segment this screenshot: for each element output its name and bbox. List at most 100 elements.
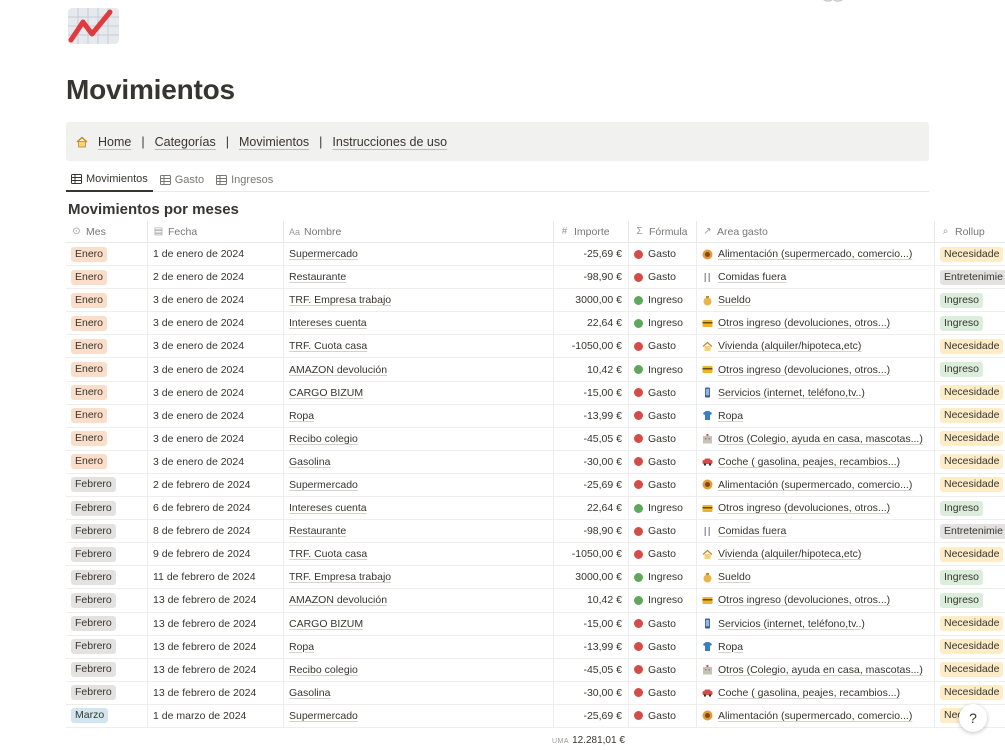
cell-area[interactable]: Otros (Colegio, ayuda en casa, mascotas.… (697, 658, 935, 681)
tab-gasto[interactable]: Gasto (155, 168, 209, 191)
cell-nombre[interactable]: TRF. Empresa trabajo (284, 566, 554, 589)
cell-importe[interactable]: -1050,00 € (554, 543, 629, 566)
area-link[interactable]: Comidas fuera (718, 525, 786, 537)
column-header-area[interactable]: ↗ Area gasto (697, 221, 935, 242)
cell-nombre[interactable]: Gasolina (284, 681, 554, 704)
cell-fecha[interactable]: 3 de enero de 2024 (148, 381, 284, 404)
cell-nombre[interactable]: TRF. Cuota casa (284, 543, 554, 566)
cell-fecha[interactable]: 3 de enero de 2024 (148, 450, 284, 473)
column-header-mes[interactable]: ⊙ Mes (66, 221, 148, 242)
cell-area[interactable]: Alimentación (supermercado, comercio...) (697, 473, 935, 497)
table-row[interactable]: Enero 3 de enero de 2024 Gasolina -30,00 € G… (66, 450, 1005, 474)
area-link[interactable]: Sueldo (718, 571, 751, 583)
cell-fecha[interactable]: 3 de enero de 2024 (148, 358, 284, 381)
cell-nombre[interactable]: Recibo colegio (284, 427, 554, 450)
cell-importe[interactable]: 22,64 € (554, 312, 629, 335)
cell-area[interactable]: Otros ingreso (devoluciones, otros...) (697, 312, 935, 335)
cell-importe[interactable]: -1050,00 € (554, 335, 629, 358)
cell-mes[interactable]: Febrero (66, 658, 148, 681)
table-row[interactable]: Febrero 6 de febrero de 2024 Intereses cue… (66, 497, 1005, 521)
cell-fecha[interactable]: 3 de enero de 2024 (148, 404, 284, 427)
cell-fecha[interactable]: 3 de enero de 2024 (148, 289, 284, 312)
cell-importe[interactable]: 10,42 € (554, 589, 629, 612)
tab-movimientos[interactable]: Movimientos (66, 168, 153, 192)
cell-importe[interactable]: -15,00 € (554, 612, 629, 635)
cell-importe[interactable]: -45,05 € (554, 658, 629, 681)
nombre-text[interactable]: Restaurante (289, 271, 346, 283)
cell-mes[interactable]: Febrero (66, 543, 148, 566)
area-link[interactable]: Alimentación (supermercado, comercio...) (718, 710, 912, 722)
cell-area[interactable]: Ropa (697, 635, 935, 658)
table-row[interactable]: Febrero 8 de febrero de 2024 Restaurante -9… (66, 520, 1005, 544)
table-row[interactable]: Febrero 13 de febrero de 2024 Ropa -13,99 €… (66, 635, 1005, 659)
cell-importe[interactable]: -98,90 € (554, 520, 629, 543)
cell-area[interactable]: Comidas fuera (697, 266, 935, 289)
cell-nombre[interactable]: AMAZON devolución (284, 358, 554, 381)
cell-fecha[interactable]: 2 de enero de 2024 (148, 266, 284, 289)
cell-area[interactable]: Servicios (internet, teléfono,tv..) (697, 381, 935, 404)
cell-nombre[interactable]: Intereses cuenta (284, 312, 554, 335)
area-link[interactable]: Otros ingreso (devoluciones, otros...) (718, 317, 890, 329)
nombre-text[interactable]: Ropa (289, 410, 314, 422)
cell-mes[interactable]: Enero (66, 266, 148, 289)
area-link[interactable]: Coche ( gasolina, peajes, recambios...) (718, 456, 900, 468)
cell-importe[interactable]: -25,69 € (554, 243, 629, 266)
area-link[interactable]: Vivienda (alquiler/hipoteca,etc) (718, 548, 861, 560)
cell-mes[interactable]: Enero (66, 427, 148, 450)
nombre-text[interactable]: Intereses cuenta (289, 502, 367, 514)
area-link[interactable]: Otros (Colegio, ayuda en casa, mascotas.… (718, 664, 923, 676)
cell-fecha[interactable]: 13 de febrero de 2024 (148, 589, 284, 612)
table-row[interactable]: Enero 2 de enero de 2024 Restaurante -98,90… (66, 266, 1005, 290)
avatar[interactable] (820, 0, 846, 4)
table-row[interactable]: Febrero 13 de febrero de 2024 Recibo coleg… (66, 658, 1005, 682)
cell-importe[interactable]: 3000,00 € (554, 289, 629, 312)
nombre-text[interactable]: CARGO BIZUM (289, 618, 363, 630)
cell-area[interactable]: Otros ingreso (devoluciones, otros...) (697, 358, 935, 381)
nombre-text[interactable]: Supermercado (289, 710, 358, 722)
cell-area[interactable]: Otros (Colegio, ayuda en casa, mascotas.… (697, 427, 935, 450)
table-row[interactable]: Enero 3 de enero de 2024 Intereses cuenta 2… (66, 312, 1005, 336)
cell-nombre[interactable]: Supermercado (284, 473, 554, 497)
nav-link-home[interactable]: Home (98, 135, 131, 149)
area-link[interactable]: Alimentación (supermercado, comercio...) (718, 248, 912, 260)
cell-nombre[interactable]: CARGO BIZUM (284, 612, 554, 635)
cell-area[interactable]: Servicios (internet, teléfono,tv..) (697, 612, 935, 635)
nombre-text[interactable]: Restaurante (289, 525, 346, 537)
nombre-text[interactable]: Intereses cuenta (289, 317, 367, 329)
cell-importe[interactable]: 10,42 € (554, 358, 629, 381)
nombre-text[interactable]: Recibo colegio (289, 664, 358, 676)
table-row[interactable]: Enero 1 de enero de 2024 Supermercado -25,6… (66, 243, 1005, 267)
cell-mes[interactable]: Marzo (66, 704, 148, 727)
cell-mes[interactable]: Febrero (66, 566, 148, 589)
cell-fecha[interactable]: 13 de febrero de 2024 (148, 612, 284, 635)
area-link[interactable]: Sueldo (718, 294, 751, 306)
cell-nombre[interactable]: Restaurante (284, 266, 554, 289)
area-link[interactable]: Otros ingreso (devoluciones, otros...) (718, 364, 890, 376)
help-button[interactable]: ? (959, 704, 987, 732)
cell-mes[interactable]: Enero (66, 404, 148, 427)
table-row[interactable]: Marzo 1 de marzo de 2024 Supermercado -25,6… (66, 704, 1005, 728)
cell-importe[interactable]: -25,69 € (554, 473, 629, 497)
cell-fecha[interactable]: 1 de marzo de 2024 (148, 704, 284, 727)
cell-mes[interactable]: Enero (66, 335, 148, 358)
nombre-text[interactable]: AMAZON devolución (289, 364, 387, 376)
cell-area[interactable]: Vivienda (alquiler/hipoteca,etc) (697, 543, 935, 566)
cell-area[interactable]: Otros ingreso (devoluciones, otros...) (697, 497, 935, 520)
page-icon[interactable] (68, 8, 119, 44)
nombre-text[interactable]: TRF. Cuota casa (289, 340, 367, 352)
cell-fecha[interactable]: 3 de enero de 2024 (148, 335, 284, 358)
cell-fecha[interactable]: 3 de enero de 2024 (148, 427, 284, 450)
nombre-text[interactable]: Ropa (289, 641, 314, 653)
cell-mes[interactable]: Febrero (66, 497, 148, 520)
cell-importe[interactable]: -15,00 € (554, 381, 629, 404)
cell-importe[interactable]: 3000,00 € (554, 566, 629, 589)
column-header-fecha[interactable]: ▤ Fecha (148, 221, 284, 242)
cell-importe[interactable]: -25,69 € (554, 704, 629, 727)
cell-area[interactable]: Alimentación (supermercado, comercio...) (697, 243, 935, 266)
cell-area[interactable]: Alimentación (supermercado, comercio...) (697, 704, 935, 727)
cell-importe[interactable]: -30,00 € (554, 681, 629, 704)
cell-fecha[interactable]: 2 de febrero de 2024 (148, 473, 284, 497)
cell-mes[interactable]: Febrero (66, 635, 148, 658)
column-header-nombre[interactable]: Aa Nombre (284, 221, 554, 242)
nombre-text[interactable]: TRF. Empresa trabajo (289, 294, 391, 306)
